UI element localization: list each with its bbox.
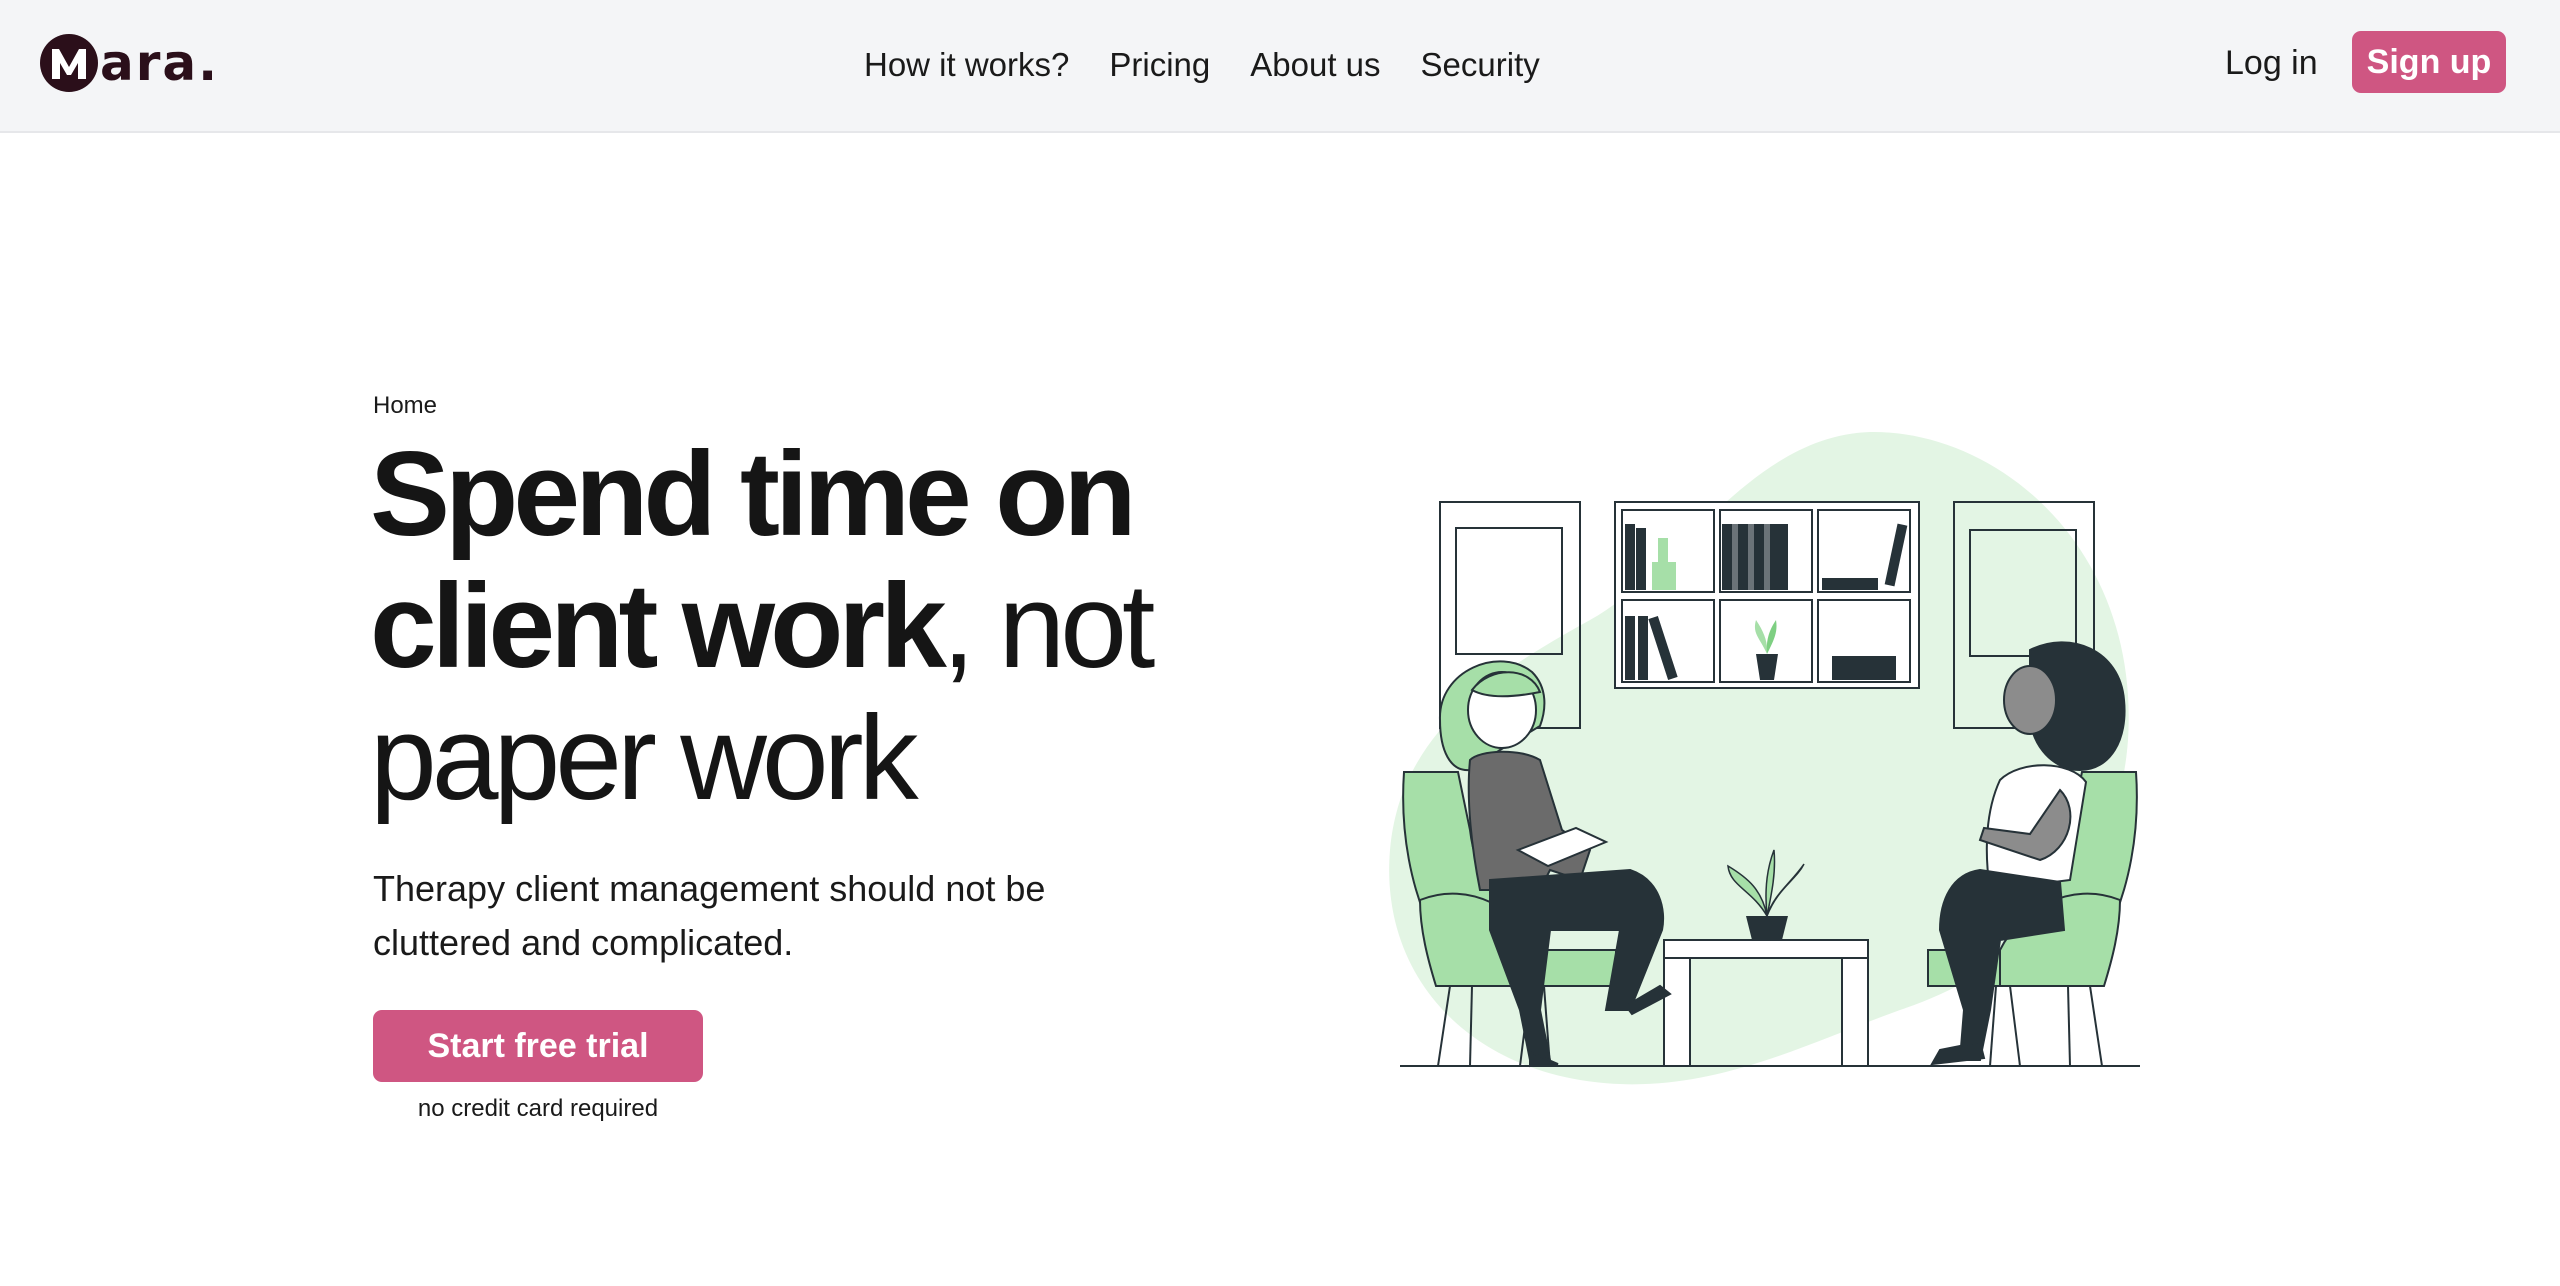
bookshelf xyxy=(1614,501,1920,689)
brand-logo[interactable]: ara. xyxy=(40,30,219,96)
nav-security[interactable]: Security xyxy=(1421,46,1540,84)
breadcrumb[interactable]: Home xyxy=(373,392,437,420)
logo-mark-icon xyxy=(40,34,98,92)
login-link[interactable]: Log in xyxy=(2225,0,2318,126)
main-nav: How it works? Pricing About us Security xyxy=(864,0,1540,130)
therapy-session-illustration xyxy=(1380,410,2160,1110)
brand-name: ara. xyxy=(100,34,220,92)
nav-how-it-works[interactable]: How it works? xyxy=(864,46,1069,84)
hero-headline: Spend time on client work, not paper wor… xyxy=(370,428,1170,824)
nav-pricing[interactable]: Pricing xyxy=(1109,46,1210,84)
signup-button[interactable]: Sign up xyxy=(2352,31,2506,93)
nav-about-us[interactable]: About us xyxy=(1250,46,1380,84)
start-free-trial-button[interactable]: Start free trial xyxy=(373,1010,703,1082)
top-navbar: ara. How it works? Pricing About us Secu… xyxy=(0,0,2560,133)
cta-note: no credit card required xyxy=(417,1095,659,1122)
hero-subtitle: Therapy client management should not be … xyxy=(373,868,1046,963)
